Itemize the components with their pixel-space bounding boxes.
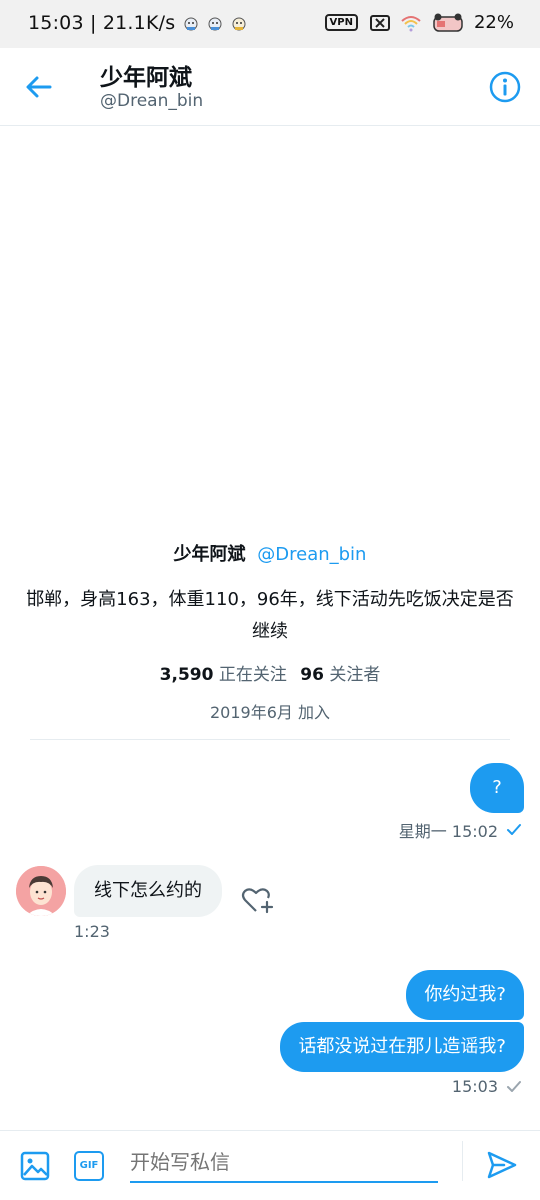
profile-bio: 邯郸，身高163，体重110，96年，线下活动先吃饭决定是否继续	[26, 589, 514, 642]
message-bubble-outgoing[interactable]: ?	[470, 763, 524, 813]
battery-icon	[433, 13, 463, 32]
message-text: 话都没说过在那儿造谣我?	[298, 1036, 506, 1057]
arrow-left-icon[interactable]	[22, 70, 56, 104]
message-text: 你约过我?	[424, 984, 506, 1005]
avatar[interactable]	[16, 866, 66, 916]
conversation-header: 少年阿斌 @Drean_bin	[0, 48, 540, 126]
profile-handle[interactable]: @Drean_bin	[257, 544, 366, 565]
message-timestamp: 星期一 15:02	[399, 818, 522, 842]
app-notification-icon	[184, 17, 198, 31]
image-icon[interactable]	[20, 1151, 50, 1181]
sent-check-icon	[507, 1080, 521, 1092]
message-timestamp: 15:03	[452, 1077, 522, 1096]
wifi-icon	[401, 15, 421, 31]
message-time: 15:03	[451, 1077, 498, 1096]
message-time: 1:23	[74, 922, 110, 941]
profile-name[interactable]: 少年阿斌	[174, 544, 246, 565]
followers-label[interactable]: 关注者	[329, 665, 380, 685]
message-bubble-incoming[interactable]: 线下怎么约的	[74, 865, 222, 917]
followers-count[interactable]: 96	[300, 665, 324, 685]
no-sim-icon	[369, 14, 390, 31]
app-notification-icon	[232, 17, 246, 31]
vpn-badge: VPN	[324, 14, 358, 31]
battery-percent: 22%	[473, 12, 514, 33]
message-text: ?	[492, 777, 502, 798]
message-timestamp: 1:23	[74, 922, 110, 941]
send-icon[interactable]	[486, 1149, 518, 1181]
message-bubble-outgoing[interactable]: 话都没说过在那儿造谣我?	[280, 1022, 524, 1072]
following-count[interactable]: 3,590	[160, 665, 214, 685]
gif-button[interactable]: GIF	[74, 1151, 104, 1181]
heart-plus-icon[interactable]	[240, 884, 274, 916]
status-right: VPN 22%	[324, 12, 514, 33]
status-left: 15:03 | 21.1K/s	[28, 12, 247, 34]
app-notification-icon	[208, 17, 222, 31]
header-handle: @Drean_bin	[100, 91, 204, 111]
status-bar: 15:03 | 21.1K/s VPN 22%	[0, 0, 540, 48]
composer-separator	[462, 1141, 463, 1181]
profile-name-line: 少年阿斌 @Drean_bin	[0, 540, 540, 566]
profile-stats: 3,590 正在关注 96 关注者	[0, 660, 540, 685]
message-input[interactable]	[130, 1141, 438, 1183]
avatar-illustration	[16, 866, 66, 916]
message-text: 线下怎么约的	[94, 880, 202, 901]
profile-joined-date: 2019年6月 加入	[210, 703, 330, 722]
profile-card: 少年阿斌 @Drean_bin 邯郸，身高163，体重110，96年，线下活动先…	[0, 540, 540, 723]
divider	[30, 739, 510, 740]
following-label[interactable]: 正在关注	[219, 665, 287, 685]
status-time-speed: 15:03 | 21.1K/s	[28, 12, 176, 34]
info-circle-icon[interactable]	[488, 70, 522, 104]
read-check-icon	[507, 824, 521, 835]
header-name: 少年阿斌	[100, 65, 192, 91]
message-composer: GIF	[0, 1130, 540, 1200]
message-time: 星期一 15:02	[398, 822, 498, 841]
message-bubble-outgoing[interactable]: 你约过我?	[406, 970, 524, 1020]
